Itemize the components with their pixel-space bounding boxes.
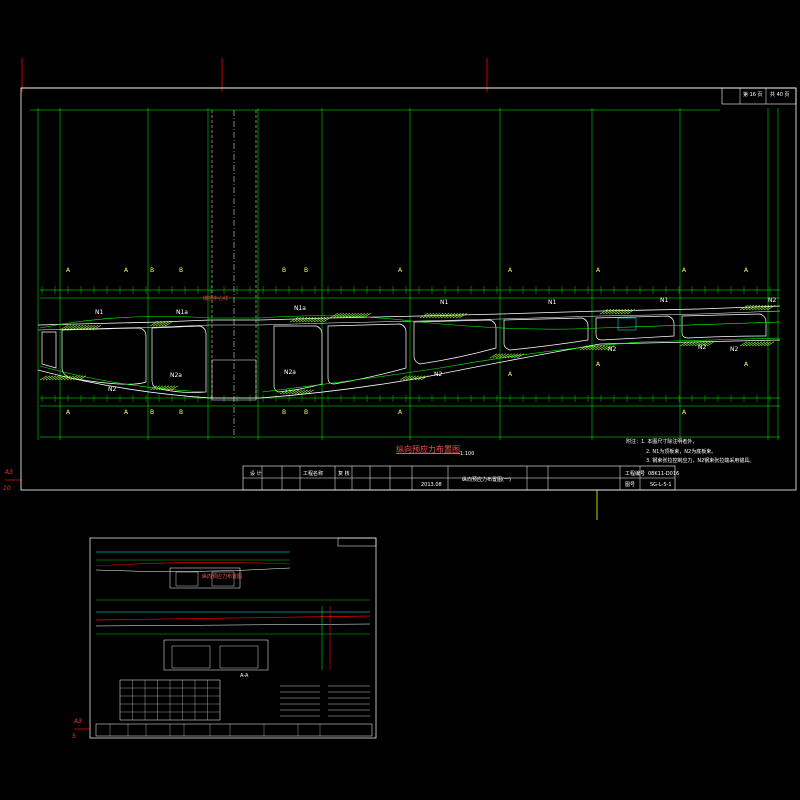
note-3: 3. 钢束张拉控制应力，N2钢束张拉端采用锚具。 bbox=[646, 458, 755, 464]
section-label-bottom: B bbox=[304, 409, 309, 416]
tendon-label: N1a bbox=[176, 309, 188, 316]
note-2: 2. N1为顶板束，N2为底板束。 bbox=[646, 449, 717, 455]
section-label-top: A bbox=[124, 267, 129, 274]
box-cell bbox=[61, 327, 147, 385]
tendon-label: N1 bbox=[95, 309, 104, 316]
drawing-canvas bbox=[5, 58, 797, 739]
drawing-scale: 1:100 bbox=[460, 451, 475, 457]
small-cell bbox=[175, 571, 199, 587]
section-label-top: B bbox=[282, 267, 287, 274]
box-cell bbox=[41, 331, 57, 369]
size-mark-main-top: A3 bbox=[5, 469, 13, 476]
tendon-label: N2 bbox=[608, 346, 617, 353]
design-label: 设 计 bbox=[250, 471, 262, 477]
box-cell bbox=[151, 325, 207, 393]
check-label: 复 核 bbox=[338, 471, 350, 477]
drawing-title: 纵向预应力布置图 bbox=[396, 445, 460, 454]
project-label: 工程名称 bbox=[303, 471, 324, 477]
section-label-top: A bbox=[398, 267, 403, 274]
deck-top-line bbox=[37, 305, 781, 326]
soffit-curve bbox=[37, 339, 781, 399]
box-cell bbox=[681, 313, 767, 339]
section-label-bottom: B bbox=[150, 409, 155, 416]
size-mark-small-top: A3 bbox=[74, 718, 82, 725]
small-sheet-drawing bbox=[89, 537, 377, 739]
section-label-top: A bbox=[744, 267, 749, 274]
section-label-bottom: A bbox=[682, 409, 687, 416]
small-cell bbox=[171, 645, 211, 669]
tendon-label: N2a bbox=[170, 372, 182, 379]
small-tendon-white-2 bbox=[95, 623, 371, 627]
tendon-label: N1 bbox=[440, 299, 449, 306]
small-page-box bbox=[337, 537, 377, 547]
section-label-bottom: A bbox=[744, 361, 749, 368]
small-tendon-white bbox=[95, 567, 291, 572]
small-cross-section-2 bbox=[163, 639, 269, 671]
code-value: 08K11-D016 bbox=[648, 471, 680, 477]
page-number: 第 16 页 bbox=[743, 92, 763, 98]
section-label-bottom: B bbox=[282, 409, 287, 416]
tendon-label: N2 bbox=[768, 297, 777, 304]
total-pages: 共 40 页 bbox=[770, 92, 790, 98]
section-label-top: A bbox=[508, 267, 513, 274]
section-label-top: A bbox=[682, 267, 687, 274]
small-sheet-title: 纵向预应力布置图 bbox=[202, 574, 243, 580]
code-label: 工程编号 bbox=[625, 471, 646, 477]
drawing-name: 纵向预应力布置图(一) bbox=[462, 477, 511, 483]
tendon-label: N2a bbox=[284, 369, 296, 376]
small-sheet-section: A-A bbox=[240, 673, 249, 679]
tendon-label: N2 bbox=[108, 386, 117, 393]
tendon-anchor-hatching bbox=[39, 304, 776, 395]
small-tendon-red-2 bbox=[95, 615, 371, 621]
box-cell bbox=[327, 323, 407, 385]
section-label-bottom: A bbox=[508, 371, 513, 378]
drawing-no: SG-L-5-1 bbox=[650, 482, 672, 488]
size-mark-main-bottom: 10 bbox=[3, 485, 11, 492]
box-cell bbox=[273, 325, 323, 393]
red-guide-ticks bbox=[5, 58, 598, 730]
date-value: 2013.08 bbox=[421, 482, 442, 488]
section-label-bottom: A bbox=[124, 409, 129, 416]
tendon-label: N1 bbox=[548, 299, 557, 306]
tendon-label: N2 bbox=[434, 371, 443, 378]
small-cell bbox=[219, 645, 259, 669]
small-title-block bbox=[95, 723, 373, 737]
tendon-label: N2 bbox=[730, 346, 739, 353]
box-girder-elevation bbox=[37, 305, 781, 401]
tendon-label: N2 bbox=[698, 344, 707, 351]
section-label-bottom: A bbox=[596, 361, 601, 368]
section-label-top: A bbox=[66, 267, 71, 274]
size-mark-small-bottom: 5 bbox=[72, 733, 76, 740]
section-label-bottom: A bbox=[398, 409, 403, 416]
box-cell bbox=[413, 319, 497, 365]
section-label-bottom: B bbox=[179, 409, 184, 416]
pier-centerline-label: 墩顶中心线 bbox=[203, 296, 229, 302]
cyan-marker bbox=[617, 317, 637, 331]
box-cell bbox=[503, 317, 589, 351]
note-1: 附注：1. 本图尺寸除注明者外， bbox=[626, 439, 698, 445]
tendon-label: N1 bbox=[660, 297, 669, 304]
section-label-top: A bbox=[596, 267, 601, 274]
section-label-top: B bbox=[179, 267, 184, 274]
dimension-lines bbox=[30, 108, 780, 440]
drawing-no-label: 图号 bbox=[625, 482, 636, 488]
section-label-top: B bbox=[150, 267, 155, 274]
section-label-bottom: A bbox=[66, 409, 71, 416]
tendon-label: N1a bbox=[294, 305, 306, 312]
section-label-top: B bbox=[304, 267, 309, 274]
small-tendon-red bbox=[95, 562, 291, 567]
